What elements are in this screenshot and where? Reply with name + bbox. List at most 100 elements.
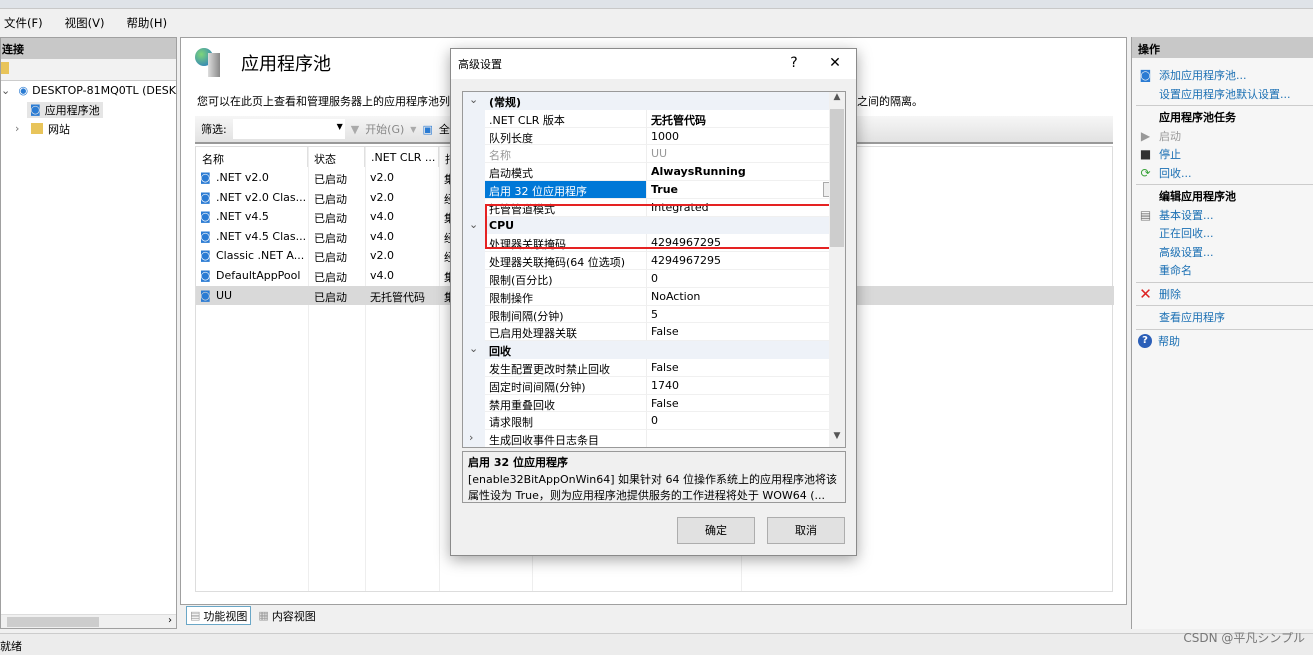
property-row[interactable]: 限制操作 NoAction bbox=[463, 287, 830, 306]
tab-content-view[interactable]: ▦ 内容视图 bbox=[255, 606, 318, 625]
horizontal-scrollbar[interactable]: › bbox=[1, 614, 176, 628]
property-row[interactable]: 已启用处理器关联 False bbox=[463, 323, 830, 342]
dialog-title-bar: 高级设置 ? ✕ bbox=[451, 49, 856, 79]
action-view-apps[interactable]: 查看应用程序 bbox=[1132, 308, 1313, 327]
property-value[interactable]: 4294967295 bbox=[647, 252, 830, 270]
server-icon: ◉ bbox=[18, 84, 29, 97]
pool-status: 已启动 bbox=[314, 192, 347, 206]
property-value[interactable] bbox=[647, 430, 830, 447]
property-label: 名称 bbox=[485, 145, 647, 164]
menu-help[interactable]: 帮助(H) bbox=[126, 15, 167, 31]
property-row[interactable]: 固定时间间隔(分钟) 1740 bbox=[463, 376, 830, 395]
app-pool-globe-icon bbox=[195, 48, 223, 78]
property-label: .NET CLR 版本 bbox=[485, 109, 647, 128]
property-row[interactable]: .NET CLR 版本 无托管代码 bbox=[463, 109, 830, 128]
property-grid-scrollbar[interactable]: ▲ ▼ bbox=[829, 92, 845, 447]
cancel-button[interactable]: 取消 bbox=[767, 517, 845, 544]
dropdown-arrow-icon[interactable]: ▼ bbox=[410, 125, 416, 134]
action-advanced-settings[interactable]: 高级设置... bbox=[1132, 243, 1313, 262]
property-row[interactable]: 名称 UU bbox=[463, 145, 830, 164]
property-value[interactable]: False bbox=[647, 359, 830, 377]
property-row[interactable]: 队列长度 1000 bbox=[463, 127, 830, 146]
action-stop[interactable]: ■ 停止 bbox=[1132, 145, 1313, 164]
property-value[interactable]: 0 bbox=[647, 270, 830, 288]
collapse-chevron-icon[interactable]: ⌄ bbox=[469, 342, 478, 355]
property-row[interactable]: › 生成回收事件日志条目 bbox=[463, 430, 830, 447]
property-value[interactable]: True bbox=[647, 181, 830, 199]
tree-label: 网站 bbox=[48, 122, 70, 136]
action-rename[interactable]: 重命名 bbox=[1132, 261, 1313, 280]
property-label: 处理器关联掩码(64 位选项) bbox=[485, 252, 647, 270]
property-value[interactable]: UU bbox=[647, 145, 830, 164]
edit-title: 编辑应用程序池 bbox=[1159, 190, 1236, 204]
dialog-help-button[interactable]: ? bbox=[784, 55, 804, 71]
column-header-status[interactable]: 状态 bbox=[308, 147, 365, 167]
property-value[interactable]: False bbox=[647, 395, 830, 413]
pool-clr: v2.0 bbox=[370, 171, 395, 184]
column-header-clr[interactable]: .NET CLR ... bbox=[365, 147, 439, 167]
stop-icon: ■ bbox=[1139, 147, 1152, 162]
show-all-icon: ▣ bbox=[422, 122, 433, 136]
tree-label: 应用程序池 bbox=[44, 103, 100, 117]
folder-icon[interactable] bbox=[1, 62, 9, 74]
dialog-close-button[interactable]: ✕ bbox=[825, 55, 845, 71]
property-row[interactable]: 请求限制 0 bbox=[463, 412, 830, 431]
property-row[interactable]: 处理器关联掩码(64 位选项) 4294967295 bbox=[463, 252, 830, 270]
property-value[interactable]: 5 bbox=[647, 306, 830, 324]
property-row[interactable]: 启用 32 位应用程序True⌄ bbox=[463, 181, 839, 199]
action-basic-settings[interactable]: ▤ 基本设置... bbox=[1132, 206, 1313, 225]
action-help[interactable]: ? 帮助 bbox=[1132, 332, 1313, 351]
app-pool-icon: ◙ bbox=[200, 288, 211, 302]
tab-label: 功能视图 bbox=[203, 609, 248, 623]
property-value[interactable]: AlwaysRunning bbox=[647, 163, 830, 181]
property-value[interactable]: 无托管代码 bbox=[647, 110, 830, 128]
expand-chevron-icon[interactable]: › bbox=[15, 122, 27, 135]
expand-chevron-icon[interactable]: ⌄ bbox=[1, 84, 10, 97]
column-header-name[interactable]: 名称 bbox=[196, 147, 308, 167]
action-add-pool[interactable]: ◙ 添加应用程序池... bbox=[1132, 66, 1313, 85]
tree-item-server[interactable]: ⌄ ◉ DESKTOP-81MQ0TL (DESK bbox=[1, 81, 176, 100]
action-start[interactable]: ▶ 启动 bbox=[1132, 127, 1313, 146]
scroll-down-icon[interactable]: ▼ bbox=[829, 431, 845, 447]
property-row[interactable]: 禁用重叠回收 False bbox=[463, 394, 830, 413]
play-icon: ▶ bbox=[1140, 128, 1151, 143]
filter-input[interactable]: ▼ bbox=[232, 119, 345, 139]
filter-label: 筛选: bbox=[201, 123, 227, 136]
expand-chevron-icon[interactable]: › bbox=[469, 431, 473, 444]
tab-features-view[interactable]: ▤ 功能视图 bbox=[186, 606, 252, 625]
property-label: 发生配置更改时禁止回收 bbox=[485, 359, 647, 377]
tree-item-app-pools[interactable]: ◙ 应用程序池 bbox=[1, 100, 176, 119]
status-text: 就绪 bbox=[0, 640, 22, 653]
tab-label: 内容视图 bbox=[271, 609, 316, 623]
show-all-button[interactable]: 全 bbox=[439, 121, 450, 137]
pool-status: 已启动 bbox=[314, 290, 347, 304]
property-value[interactable]: NoAction bbox=[647, 288, 830, 306]
property-category[interactable]: ⌄ (常规) bbox=[463, 92, 830, 110]
property-value[interactable]: 0 bbox=[647, 412, 830, 431]
start-filter-button[interactable]: 开始(G) bbox=[365, 121, 404, 137]
property-row[interactable]: 启动模式 AlwaysRunning bbox=[463, 163, 830, 181]
collapse-chevron-icon[interactable]: ⌄ bbox=[469, 93, 478, 106]
property-category[interactable]: ⌄ 回收 bbox=[463, 341, 830, 359]
app-pool-icon: ◙ bbox=[200, 269, 211, 282]
menu-file[interactable]: 文件(F) bbox=[4, 15, 43, 31]
tree-item-sites[interactable]: › 网站 bbox=[1, 119, 176, 138]
pool-clr: 无托管代码 bbox=[370, 290, 425, 304]
property-row[interactable]: 限制间隔(分钟) 5 bbox=[463, 305, 830, 324]
property-value[interactable]: 1000 bbox=[647, 128, 830, 146]
property-value[interactable]: 1740 bbox=[647, 377, 830, 395]
menu-view[interactable]: 视图(V) bbox=[65, 15, 105, 31]
delete-x-icon: ✕ bbox=[1139, 284, 1152, 303]
action-set-defaults[interactable]: 设置应用程序池默认设置... bbox=[1132, 85, 1313, 104]
scroll-up-icon[interactable]: ▲ bbox=[829, 92, 845, 108]
connections-title: 连接 bbox=[1, 38, 176, 59]
property-value[interactable]: False bbox=[647, 323, 830, 342]
action-recycle[interactable]: ⟳ 回收... bbox=[1132, 164, 1313, 183]
action-recycling[interactable]: 正在回收... bbox=[1132, 224, 1313, 243]
ok-button[interactable]: 确定 bbox=[677, 517, 755, 544]
collapse-chevron-icon[interactable]: ⌄ bbox=[469, 218, 478, 231]
pool-clr: v2.0 bbox=[370, 249, 395, 263]
action-delete[interactable]: ✕ 删除 bbox=[1132, 285, 1313, 304]
property-row[interactable]: 发生配置更改时禁止回收 False bbox=[463, 359, 830, 377]
property-row[interactable]: 限制(百分比) 0 bbox=[463, 270, 830, 288]
